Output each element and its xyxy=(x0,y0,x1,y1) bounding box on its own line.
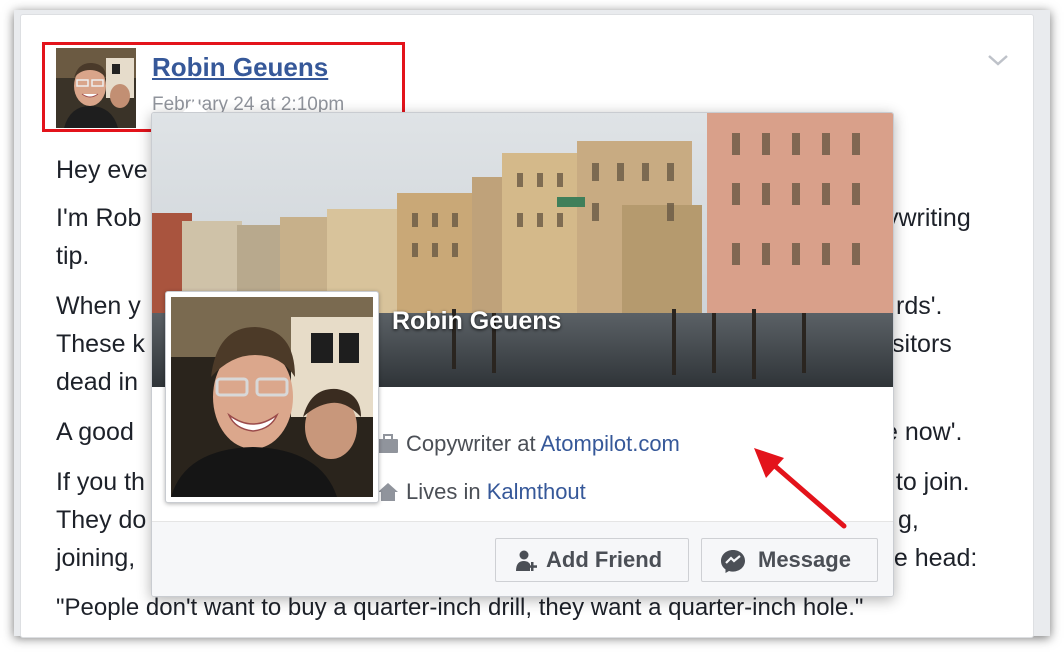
post-line: They do xyxy=(56,506,147,534)
post-line: rds'. xyxy=(896,292,943,320)
location-info: Lives in Kalmthout xyxy=(378,479,586,505)
house-icon xyxy=(378,483,398,501)
add-friend-icon xyxy=(516,550,537,571)
post-line: Hey eve xyxy=(56,156,148,184)
post-line: t to join. xyxy=(882,468,970,496)
post-line: A good xyxy=(56,418,134,446)
message-button[interactable]: Message xyxy=(701,538,878,582)
add-friend-label: Add Friend xyxy=(546,547,663,572)
post-line: joining, xyxy=(56,544,136,572)
hovercard-name[interactable]: Robin Geuens xyxy=(392,307,561,336)
messenger-icon xyxy=(721,550,745,573)
hovercard-avatar[interactable] xyxy=(165,291,379,503)
add-friend-button[interactable]: Add Friend xyxy=(495,538,689,582)
post-line: If you th xyxy=(56,468,145,496)
hovercard-photo xyxy=(171,297,373,497)
post-line: g, xyxy=(898,506,919,534)
work-prefix: Copywriter at xyxy=(406,431,541,456)
lives-prefix: Lives in xyxy=(406,479,487,504)
post-line: These k xyxy=(56,330,145,358)
post-line: I'm Rob xyxy=(56,204,142,232)
lives-link[interactable]: Kalmthout xyxy=(487,479,586,504)
post-line: e now'. xyxy=(884,418,963,446)
post-line: dead in xyxy=(56,368,139,396)
hovercard-pointer xyxy=(183,100,207,112)
post-line: ywriting xyxy=(886,204,971,232)
post-line: When y xyxy=(56,292,141,320)
annotation-arrow-icon xyxy=(754,448,847,529)
post-line: ne head: xyxy=(880,544,978,572)
briefcase-icon xyxy=(378,434,398,453)
work-info: Copywriter at Atompilot.com xyxy=(378,431,680,457)
work-link[interactable]: Atompilot.com xyxy=(541,431,680,456)
message-label: Message xyxy=(758,547,851,572)
post-line: tip. xyxy=(56,242,90,270)
